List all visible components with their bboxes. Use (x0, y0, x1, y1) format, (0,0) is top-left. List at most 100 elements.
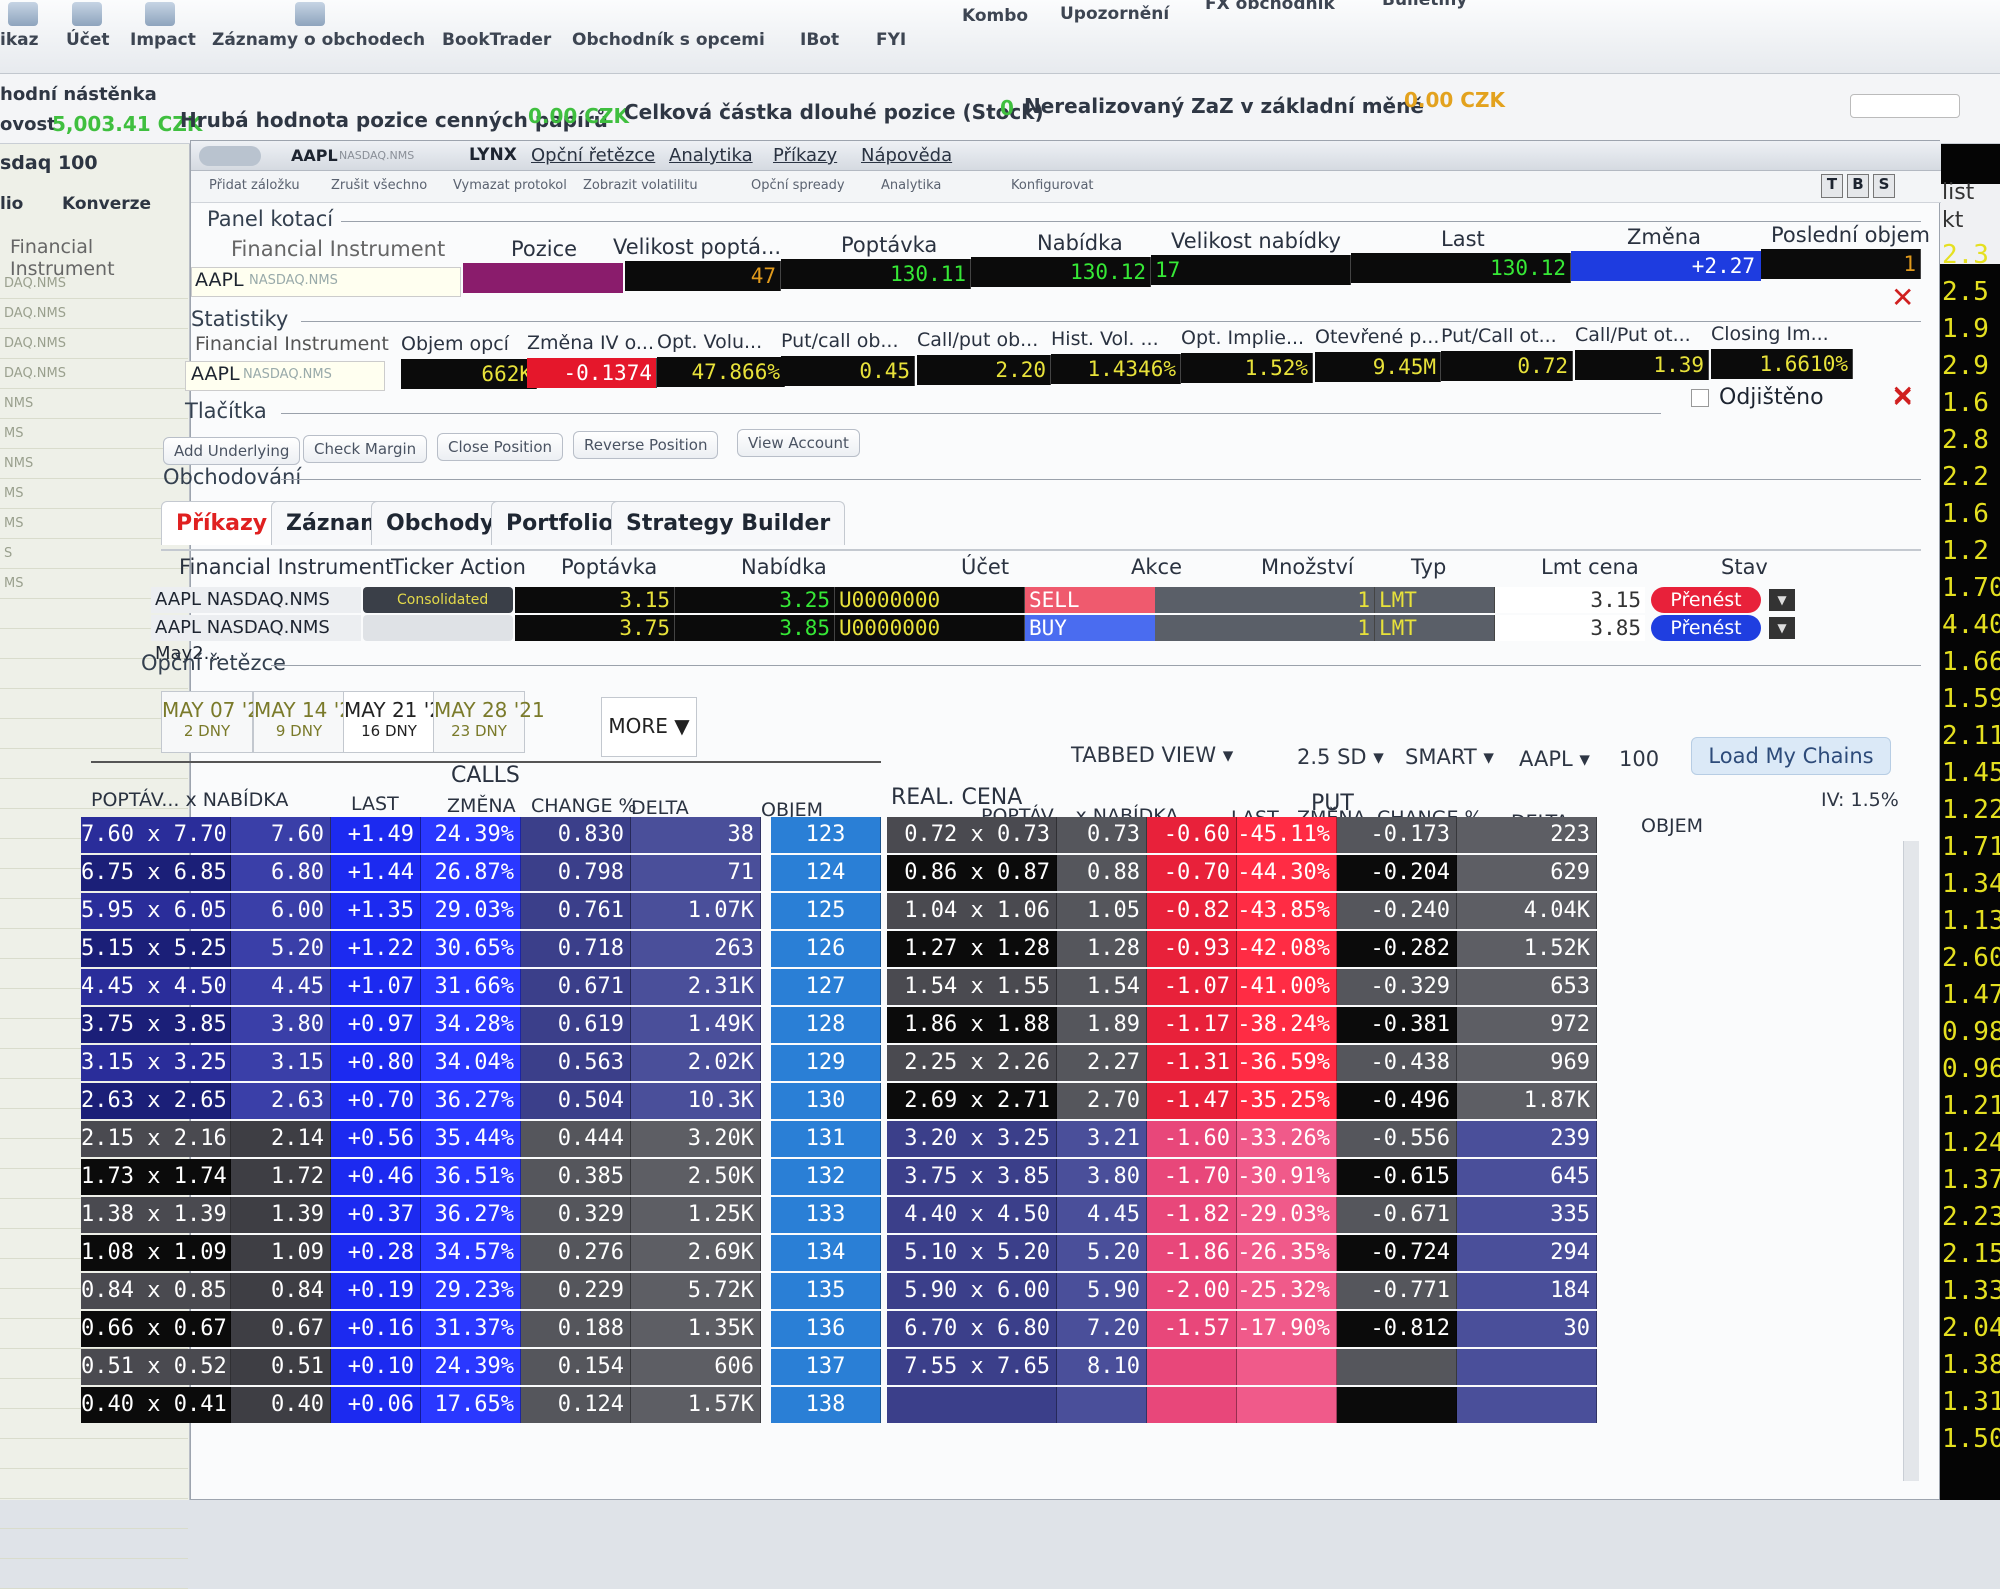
put-bid-ask[interactable]: 1.27 x 1.28 (887, 931, 1057, 967)
tab-conversion[interactable]: Konverze (62, 194, 151, 214)
watchlist-row-empty[interactable] (0, 749, 188, 779)
expiry-tab[interactable]: MAY 21 '21 16 DNY (343, 691, 455, 753)
order-ticker-action[interactable]: Consolidated (363, 587, 513, 613)
symbol-label[interactable]: AAPL (291, 146, 338, 165)
buttons-panel-title[interactable]: Tlačítka (185, 399, 267, 423)
order-row[interactable]: AAPL NASDAQ.NMS May2...Consolidated3.153… (151, 587, 1911, 636)
expiry-tab[interactable]: MAY 28 '21 23 DNY (433, 691, 545, 753)
call-bid-ask[interactable]: 0.51 x 0.52 (81, 1349, 231, 1385)
sd-select[interactable]: 2.5 SD ▾ (1297, 745, 1384, 769)
option-chain-row[interactable]: 0.84 x 0.85 0.84 +0.19 29.23% 0.229 5.72K 135 5… (81, 1273, 1911, 1309)
menu-analytics[interactable]: Analytika (669, 145, 753, 166)
call-bid-ask[interactable]: 5.95 x 6.05 (81, 893, 231, 929)
menu-option-chains[interactable]: Opční řetězce (531, 145, 655, 166)
watchlist-row-empty[interactable] (0, 1499, 188, 1529)
qp-close-icon[interactable]: ✕ (1891, 281, 1914, 314)
toolbar-item-order[interactable]: ikaz (0, 30, 39, 50)
put-bid-ask[interactable]: 2.25 x 2.26 (887, 1045, 1057, 1081)
toolbar-item-fx-trader[interactable]: FX obchodník (1205, 0, 1335, 14)
call-bid-ask[interactable]: 1.38 x 1.39 (81, 1197, 231, 1233)
put-bid-ask[interactable]: 4.40 x 4.50 (887, 1197, 1057, 1233)
put-bid-ask[interactable]: 5.10 x 5.20 (887, 1235, 1057, 1271)
watchlist-row[interactable]: DAQ.NMS (0, 269, 188, 299)
watchlist-row-empty[interactable] (0, 1529, 188, 1559)
call-bid-ask[interactable]: 2.63 x 2.65 (81, 1083, 231, 1119)
quote-panel-title[interactable]: Panel kotací (207, 207, 333, 231)
trading-panel-title[interactable]: Obchodování (163, 465, 301, 489)
call-bid-ask[interactable]: 2.15 x 2.16 (81, 1121, 231, 1157)
analytics-button[interactable]: Analytika (881, 178, 941, 193)
order-dropdown-icon[interactable]: ▼ (1769, 589, 1795, 611)
option-chain-row[interactable]: 0.51 x 0.52 0.51 +0.10 24.39% 0.154 606 137 7.5… (81, 1349, 1911, 1385)
watchlist-row-empty[interactable] (0, 1469, 188, 1499)
option-chain-row[interactable]: 5.95 x 6.05 6.00 +1.35 29.03% 0.761 1.07K 125 1… (81, 893, 1911, 929)
call-bid-ask[interactable]: 5.15 x 5.25 (81, 931, 231, 967)
option-spreads-button[interactable]: Opční spready (751, 178, 845, 193)
more-expiries-button[interactable]: MORE ▼ (601, 697, 697, 757)
option-chain-row[interactable]: 3.75 x 3.85 3.80 +0.97 34.28% 0.619 1.49K 128 1… (81, 1007, 1911, 1043)
tab-orders[interactable]: Příkazy (161, 501, 283, 545)
show-volatility-button[interactable]: Zobrazit volatilitu (583, 178, 698, 193)
add-underlying-button[interactable]: Add Underlying (163, 437, 301, 465)
toolbar-item-account[interactable]: Účet (66, 30, 110, 50)
call-bid-ask[interactable]: 0.66 x 0.67 (81, 1311, 231, 1347)
hedged-checkbox[interactable] (1691, 389, 1709, 407)
put-bid-ask[interactable]: 1.86 x 1.88 (887, 1007, 1057, 1043)
watchlist-row[interactable]: MS (0, 509, 188, 539)
option-chain-row[interactable]: 2.63 x 2.65 2.63 +0.70 36.27% 0.504 10.3K 130 2… (81, 1083, 1911, 1119)
put-bid-ask[interactable]: 1.04 x 1.06 (887, 893, 1057, 929)
watchlist-row[interactable]: NMS (0, 389, 188, 419)
order-action[interactable]: BUY (1025, 615, 1155, 641)
watchlist-row[interactable]: DAQ.NMS (0, 299, 188, 329)
toolbar-item-booktrader[interactable]: BookTrader (442, 30, 551, 50)
load-my-chains-button[interactable]: Load My Chains (1691, 737, 1891, 775)
option-chain-row[interactable]: 0.40 x 0.41 0.40 +0.06 17.65% 0.124 1.57K 138 (81, 1387, 1911, 1423)
option-chain-row[interactable]: 0.66 x 0.67 0.67 +0.16 31.37% 0.188 1.35K 136 6… (81, 1311, 1911, 1347)
window-controls[interactable] (1850, 94, 1960, 118)
put-bid-ask[interactable]: 5.90 x 6.00 (887, 1273, 1057, 1309)
put-bid-ask[interactable]: 7.55 x 7.65 (887, 1349, 1057, 1385)
call-bid-ask[interactable]: 3.15 x 3.25 (81, 1045, 231, 1081)
order-dropdown-icon[interactable]: ▼ (1769, 617, 1795, 639)
toolbar-item-ibot[interactable]: IBot (800, 30, 839, 50)
order-limit-price[interactable]: 3.15 (1495, 587, 1645, 613)
call-bid-ask[interactable]: 4.45 x 4.50 (81, 969, 231, 1005)
option-chain-row[interactable]: 1.73 x 1.74 1.72 +0.46 36.51% 0.385 2.50K 132 3… (81, 1159, 1911, 1195)
watchlist-row[interactable]: MS (0, 419, 188, 449)
option-chain-title[interactable]: Opční řetězce (141, 651, 286, 675)
expiry-tab[interactable]: MAY 14 '21 9 DNY (253, 691, 365, 753)
close-position-button[interactable]: Close Position (437, 433, 564, 461)
call-bid-ask[interactable]: 6.75 x 6.85 (81, 855, 231, 891)
put-bid-ask[interactable]: 6.70 x 6.80 (887, 1311, 1057, 1347)
corner-button-s[interactable]: S (1873, 174, 1895, 198)
call-bid-ask[interactable]: 0.40 x 0.41 (81, 1387, 231, 1423)
tab-portfolio[interactable]: lio (0, 194, 23, 214)
call-bid-ask[interactable]: 0.84 x 0.85 (81, 1273, 231, 1309)
put-bid-ask[interactable]: 0.72 x 0.73 (887, 817, 1057, 853)
corner-button-t[interactable]: T (1821, 174, 1843, 198)
watchlist-row-empty[interactable] (0, 719, 188, 749)
view-account-button[interactable]: View Account (737, 429, 860, 457)
watchlist-row[interactable]: NMS (0, 449, 188, 479)
order-action[interactable]: SELL (1025, 587, 1155, 613)
option-chain-row[interactable]: 3.15 x 3.25 3.15 +0.80 34.04% 0.563 2.02K 129 2… (81, 1045, 1911, 1081)
watchlist-row[interactable]: MS (0, 479, 188, 509)
option-chain-row[interactable]: 7.60 x 7.70 7.60 +1.49 24.39% 0.830 38 123 0.72… (81, 817, 1911, 853)
reverse-position-button[interactable]: Reverse Position (573, 431, 719, 459)
call-bid-ask[interactable]: 7.60 x 7.70 (81, 817, 231, 853)
exchange-select[interactable]: SMART ▾ (1405, 745, 1494, 769)
call-bid-ask[interactable]: 1.08 x 1.09 (81, 1235, 231, 1271)
expiry-tab[interactable]: MAY 07 '21 2 DNY (161, 691, 273, 753)
option-chain-row[interactable]: 1.08 x 1.09 1.09 +0.28 34.57% 0.276 2.69K 134 5… (81, 1235, 1911, 1271)
call-bid-ask[interactable]: 3.75 x 3.85 (81, 1007, 231, 1043)
option-chain-row[interactable]: 2.15 x 2.16 2.14 +0.56 35.44% 0.444 3.20K 131 3… (81, 1121, 1911, 1157)
watchlist-row-empty[interactable] (0, 1439, 188, 1469)
put-bid-ask[interactable] (887, 1387, 1057, 1423)
option-chain-row[interactable]: 5.15 x 5.25 5.20 +1.22 30.65% 0.718 263 126 1.2… (81, 931, 1911, 967)
watchlist-row-empty[interactable] (0, 1559, 188, 1589)
option-chain-row[interactable]: 1.38 x 1.39 1.39 +0.37 36.27% 0.329 1.25K 133 4… (81, 1197, 1911, 1233)
put-bid-ask[interactable]: 3.75 x 3.85 (887, 1159, 1057, 1195)
configure-button[interactable]: Konfigurovat (1011, 178, 1094, 193)
toolbar-item-alerts[interactable]: Upozornění (1060, 4, 1169, 24)
toolbar-item-impact[interactable]: Impact (130, 30, 196, 50)
